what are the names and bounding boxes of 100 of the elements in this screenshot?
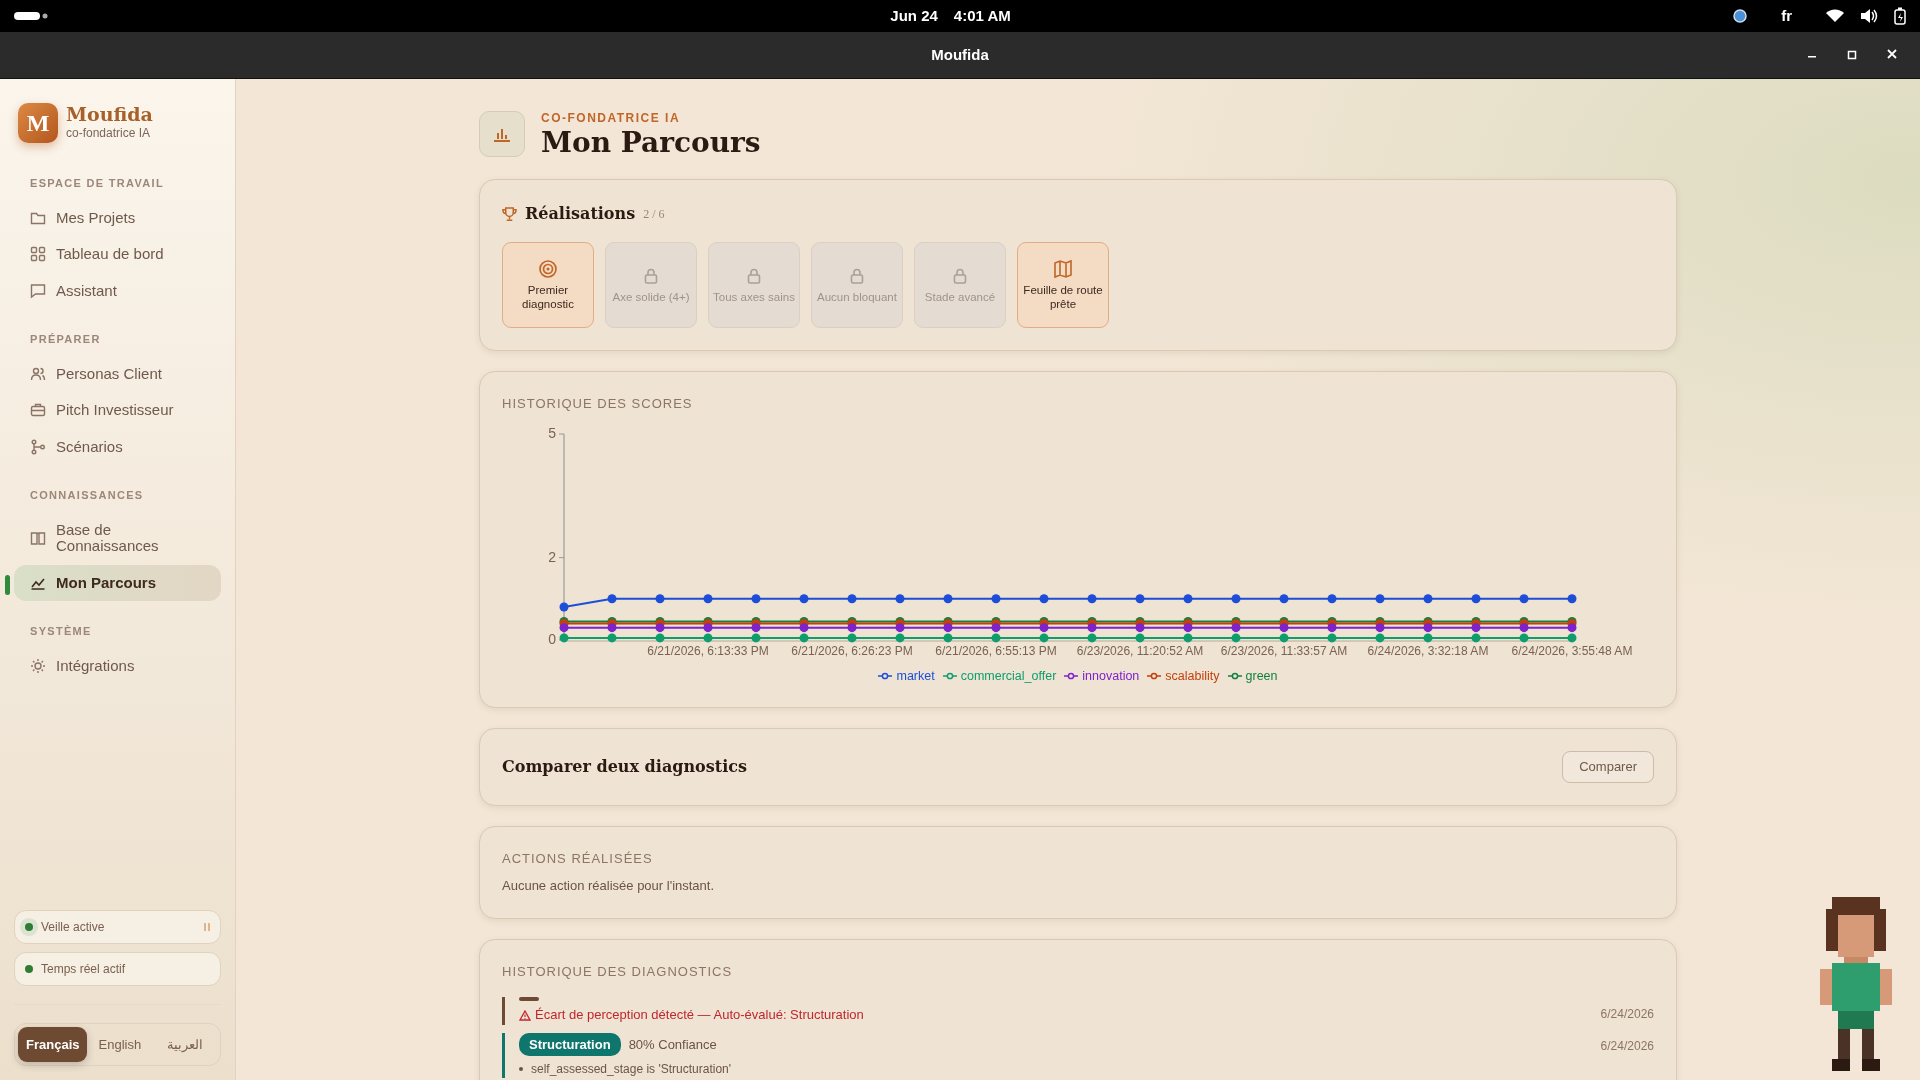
- data-point: [559, 622, 569, 632]
- data-point: [703, 594, 713, 603]
- battery-icon[interactable]: [1894, 7, 1906, 25]
- data-point: [1183, 594, 1193, 603]
- nav-item[interactable]: Mes Projets: [14, 199, 221, 236]
- status-label: Veille active: [41, 918, 105, 936]
- status-label: Temps réel actif: [41, 960, 126, 978]
- data-point: [1471, 633, 1481, 643]
- data-point: [1039, 633, 1049, 643]
- grid-icon: [30, 246, 46, 263]
- y-tick-label: 0: [548, 630, 556, 647]
- warning-icon: [519, 1009, 531, 1021]
- legend-item[interactable]: market: [878, 666, 935, 686]
- data-point: [751, 622, 761, 632]
- legend-item[interactable]: green: [1227, 666, 1278, 686]
- data-point: [1519, 622, 1529, 632]
- data-point: [847, 594, 857, 603]
- data-point: [559, 633, 569, 643]
- language-tab[interactable]: English: [87, 1026, 153, 1062]
- data-point: [1135, 633, 1145, 643]
- app-logo: M: [18, 103, 58, 143]
- x-tick-label: 6/23/2026, 11:33:57 AM: [1220, 643, 1348, 658]
- section-title: Comparer deux diagnostics: [502, 756, 747, 779]
- badge-label: Feuille de route prête: [1022, 282, 1104, 312]
- brand-name: Moufida: [66, 103, 153, 125]
- data-point: [1183, 622, 1193, 632]
- data-point: [1327, 594, 1337, 603]
- data-point: [607, 594, 617, 603]
- nav-item[interactable]: Assistant: [14, 272, 221, 309]
- data-point: [943, 594, 953, 603]
- data-point: [703, 622, 713, 632]
- volume-icon[interactable]: [1860, 9, 1878, 23]
- legend-item[interactable]: innovation: [1064, 666, 1140, 686]
- confidence-text: 80% Confiance: [628, 1035, 717, 1054]
- y-tick-label: 2: [548, 548, 556, 565]
- data-point: [559, 602, 569, 612]
- data-point: [799, 594, 809, 603]
- x-tick-label: 6/24/2026, 3:32:18 AM: [1367, 643, 1489, 658]
- data-point: [1567, 633, 1577, 643]
- x-tick-label: 6/21/2026, 6:13:33 PM: [647, 643, 769, 658]
- language-tab[interactable]: Français: [18, 1026, 88, 1062]
- page-eyebrow: CO-FONDATRICE IA: [541, 110, 682, 127]
- nav-item[interactable]: Intégrations: [14, 647, 221, 684]
- section-heading: CONNAISSANCES: [29, 488, 145, 503]
- stage-placeholder-bar: [519, 997, 539, 1002]
- section-title: Réalisations: [525, 203, 636, 226]
- data-point: [751, 633, 761, 643]
- data-point: [607, 622, 617, 632]
- data-point: [991, 594, 1001, 603]
- book-icon: [30, 530, 46, 546]
- data-point: [1519, 633, 1529, 643]
- nav-item[interactable]: Scénarios: [14, 428, 221, 465]
- data-point: [655, 622, 665, 632]
- alert-message: Écart de perception détecté — Auto-évalué: Structuration: [535, 1006, 864, 1025]
- data-point: [1279, 594, 1289, 603]
- section-title: HISTORIQUE DES DIAGNOSTICS: [502, 962, 734, 981]
- data-point: [1087, 594, 1097, 603]
- window-title: Moufida: [931, 44, 989, 65]
- data-point: [1567, 594, 1577, 603]
- badge-label: Axe solide (4+): [612, 290, 690, 305]
- nav-item[interactable]: Mon Parcours: [14, 564, 221, 601]
- nav-item[interactable]: Personas Client: [14, 355, 221, 392]
- badge-label: Premier diagnostic: [521, 282, 575, 312]
- nav-item[interactable]: Pitch Investisseur: [14, 392, 221, 429]
- data-point: [1279, 633, 1289, 643]
- chart-icon: [479, 111, 525, 158]
- x-tick-label: 6/24/2026, 3:55:48 AM: [1511, 643, 1633, 658]
- activities-icon[interactable]: [14, 12, 48, 20]
- nav-item[interactable]: Tableau de bord: [14, 236, 221, 273]
- status-dot: [25, 964, 33, 973]
- brand-subtitle: co-fondatrice IA: [66, 125, 152, 143]
- x-tick-label: 6/23/2026, 11:20:52 AM: [1076, 643, 1204, 658]
- map-icon: [1053, 258, 1073, 279]
- data-point: [895, 622, 905, 632]
- section-title: ACTIONS RÉALISÉES: [502, 849, 654, 868]
- data-point: [607, 633, 617, 643]
- data-point: [703, 633, 713, 643]
- data-point: [1135, 622, 1145, 632]
- note-text: self_assessed_stage is 'Structuration': [531, 1061, 732, 1079]
- data-point: [943, 622, 953, 632]
- date-text: 6/24/2026: [1600, 1037, 1654, 1055]
- data-point: [895, 594, 905, 603]
- data-point: [1423, 594, 1433, 603]
- compare-button[interactable]: Comparer: [1562, 751, 1654, 783]
- nav-item[interactable]: Base de Connaissances: [14, 511, 221, 565]
- section-heading: ESPACE DE TRAVAIL: [29, 176, 165, 191]
- badge-label: Aucun bloquant: [817, 290, 897, 305]
- data-point: [1279, 622, 1289, 632]
- data-point: [991, 622, 1001, 632]
- data-point: [991, 633, 1001, 643]
- data-point: [1183, 633, 1193, 643]
- language-tab[interactable]: العربية: [152, 1026, 217, 1062]
- keyboard-layout-indicator[interactable]: fr: [1781, 4, 1792, 28]
- x-tick-label: 6/21/2026, 6:55:13 PM: [935, 643, 1057, 658]
- data-point: [1039, 594, 1049, 603]
- legend-item[interactable]: scalability: [1147, 666, 1220, 686]
- data-point: [1375, 633, 1385, 643]
- date-text: 6/24/2026: [1600, 1006, 1654, 1024]
- wifi-icon[interactable]: [1826, 9, 1844, 23]
- data-point: [1087, 633, 1097, 643]
